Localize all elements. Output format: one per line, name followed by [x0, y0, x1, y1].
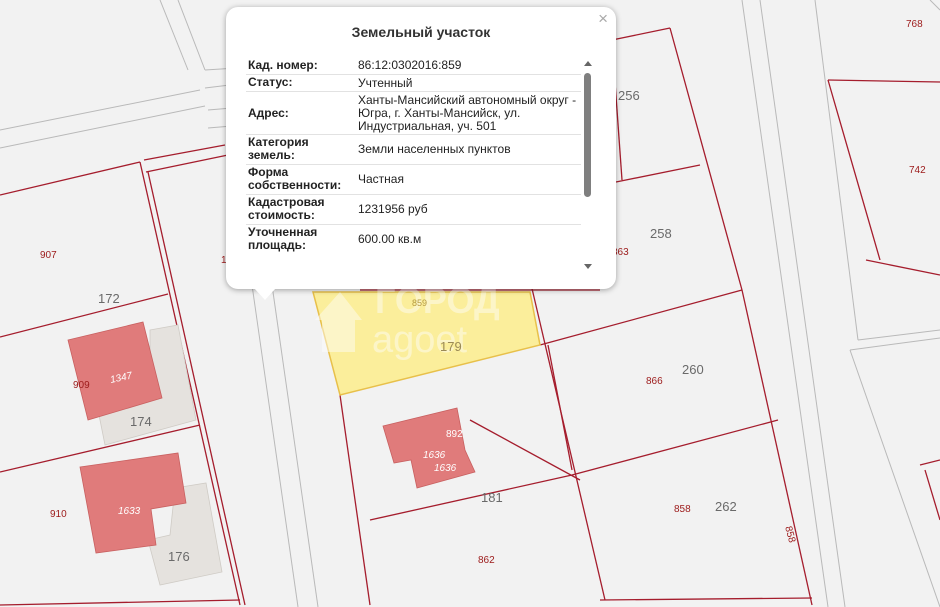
attr-label: Адрес: — [248, 105, 289, 120]
popup-attributes[interactable]: Кад. номер: 86:12:0302016:859 Статус: Уч… — [246, 57, 581, 271]
parcel-label-768: 768 — [906, 19, 923, 30]
attr-value: Земли населенных пунктов — [358, 142, 511, 156]
building-label-1633: 1633 — [118, 506, 141, 517]
street-number-179: 179 — [440, 339, 462, 354]
attr-label: Кадастровая стоимость: — [248, 195, 325, 222]
street-number-181: 181 — [481, 490, 503, 505]
scroll-down-icon[interactable] — [584, 264, 592, 269]
attr-row-status: Статус: Учтенный — [246, 75, 581, 92]
attr-label: Форма собственности: — [248, 165, 342, 192]
building-label-1636-b: 1636 — [434, 463, 457, 474]
popup-title: Земельный участок — [351, 24, 491, 40]
attr-value: Частная — [358, 172, 404, 186]
attr-value: Учтенный — [358, 75, 413, 90]
parcel-label-742: 742 — [909, 165, 926, 176]
attr-value: 600.00 кв.м — [358, 232, 422, 246]
attr-row-cadastral-value: Кадастровая стоимость: 1231956 руб — [246, 195, 581, 225]
parcel-label-858: 858 — [674, 504, 691, 515]
building-label-892: 892 — [446, 429, 463, 440]
parcel-label-859: 859 — [412, 298, 427, 308]
popup-pointer — [254, 288, 276, 300]
parcel-info-popup: Земельный участок × Кад. номер: 86:12:03… — [226, 7, 616, 300]
parcel-label-862: 862 — [478, 555, 495, 566]
attr-label: Уточненная площадь: — [248, 225, 318, 252]
attr-row-land-category: Категория земель: Земли населенных пункт… — [246, 135, 581, 165]
parcel-label-907: 907 — [40, 250, 57, 261]
attr-row-cadastral-number: Кад. номер: 86:12:0302016:859 — [246, 57, 581, 75]
attr-row-address: Адрес: Ханты-Мансийский автономный округ… — [246, 92, 581, 135]
attr-label: Категория земель: — [248, 135, 309, 162]
attr-row-area: Уточненная площадь: 600.00 кв.м — [246, 225, 581, 254]
parcel-label-866: 866 — [646, 376, 663, 387]
street-number-262: 262 — [715, 499, 737, 514]
street-number-258: 258 — [650, 226, 672, 241]
attr-value: 86:12:0302016:859 — [358, 58, 462, 72]
popup-scrollbar[interactable] — [583, 59, 593, 271]
street-number-256: 256 — [618, 88, 640, 103]
parcel-label-909: 909 — [73, 380, 90, 391]
street-number-174: 174 — [130, 414, 152, 429]
attr-value: 1231956 руб — [358, 202, 428, 216]
attr-label: Статус: — [248, 75, 293, 89]
scroll-up-icon[interactable] — [584, 61, 592, 66]
close-icon[interactable]: × — [598, 9, 608, 29]
attr-row-ownership: Форма собственности: Частная — [246, 165, 581, 195]
parcel-label-910: 910 — [50, 509, 67, 520]
attr-value: Ханты-Мансийский автономный округ - Югра… — [358, 92, 577, 133]
street-number-176: 176 — [168, 549, 190, 564]
street-number-260: 260 — [682, 362, 704, 377]
attr-label: Кад. номер: — [248, 58, 318, 72]
building-label-1636-a: 1636 — [423, 450, 446, 461]
scrollbar-thumb[interactable] — [584, 73, 591, 197]
street-number-172: 172 — [98, 291, 120, 306]
